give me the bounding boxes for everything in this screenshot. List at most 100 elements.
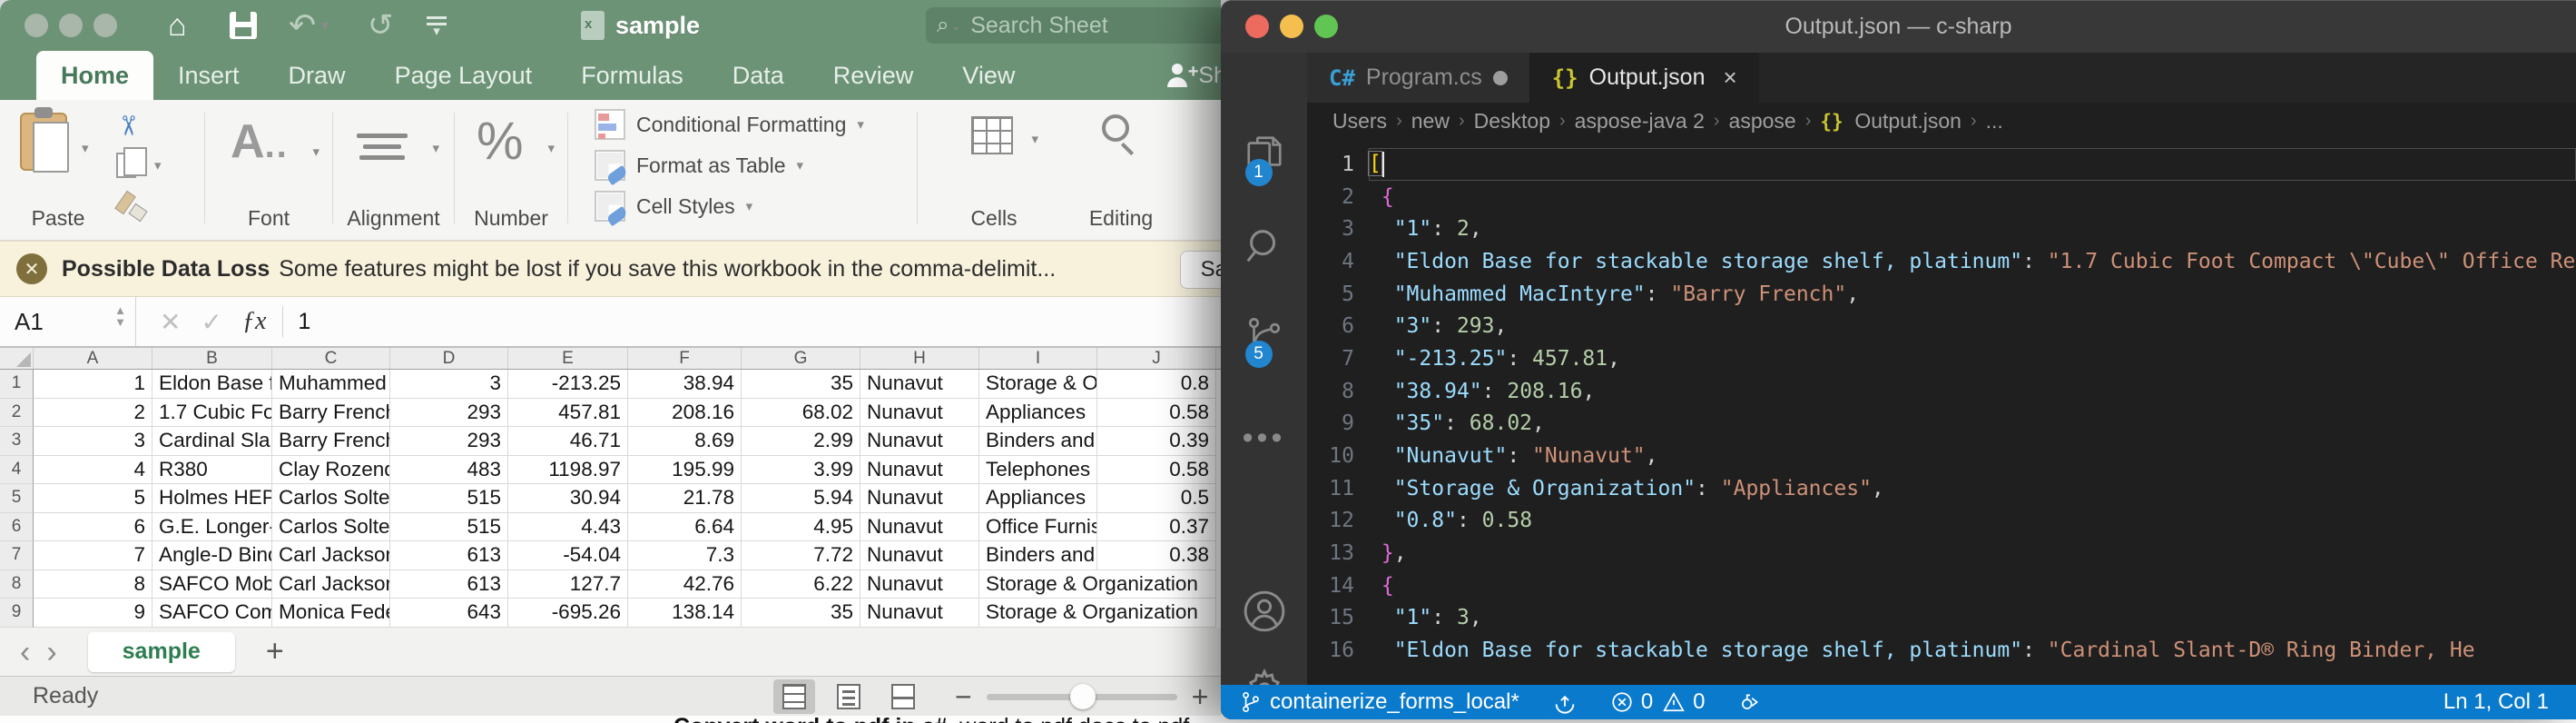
cell[interactable]: 0.5 <box>1097 484 1216 513</box>
format-as-table-button[interactable]: Format as Table▾ <box>595 150 803 181</box>
select-all-corner[interactable] <box>0 348 34 369</box>
row-header-9[interactable]: 9 <box>0 599 34 628</box>
cell[interactable]: Carl Jackson <box>272 541 390 570</box>
font-dropdown-icon[interactable]: ▾ <box>312 144 320 160</box>
cell[interactable]: Nunavut <box>860 399 979 428</box>
paste-dropdown-icon[interactable]: ▾ <box>82 140 89 156</box>
branch-status-item[interactable]: containerize_forms_local* <box>1239 689 1519 715</box>
cell[interactable]: Barry French <box>272 427 390 456</box>
cell[interactable]: 4.95 <box>742 513 860 542</box>
cell[interactable]: 35 <box>742 370 860 399</box>
column-header-B[interactable]: B <box>152 348 272 369</box>
cell[interactable]: Nunavut <box>860 541 979 570</box>
column-header-D[interactable]: D <box>390 348 508 369</box>
column-header-F[interactable]: F <box>628 348 742 369</box>
warnings-status-item[interactable]: 0 <box>1662 689 1705 715</box>
cell[interactable]: 3.99 <box>742 456 860 485</box>
number-dropdown-icon[interactable]: ▾ <box>547 140 555 156</box>
cell[interactable]: R380 <box>152 456 272 485</box>
ribbon-tab-view[interactable]: View <box>938 51 1039 100</box>
cell[interactable]: 7.72 <box>742 541 860 570</box>
undo-icon[interactable]: ↶▾ <box>289 0 329 51</box>
cell[interactable]: Storage & Or <box>979 370 1097 399</box>
row-header-7[interactable]: 7 <box>0 541 34 570</box>
cell[interactable]: SAFCO Mobil <box>152 570 272 599</box>
cell[interactable]: Carlos Solter <box>272 513 390 542</box>
normal-view-button[interactable] <box>773 679 815 714</box>
cell[interactable]: 0.8 <box>1097 370 1216 399</box>
cell[interactable]: 0.58 <box>1097 456 1216 485</box>
code-line[interactable]: 3 "1": 2, <box>1307 213 2576 245</box>
cell[interactable]: Nunavut <box>860 456 979 485</box>
account-icon[interactable] <box>1221 589 1307 634</box>
conditional-formatting-button[interactable]: Conditional Formatting▾ <box>595 109 864 140</box>
alignment-group-button[interactable]: ▾ Alignment <box>333 100 454 240</box>
save-as-button[interactable]: Sa <box>1180 251 1221 289</box>
format-painter-button[interactable] <box>116 185 180 225</box>
cell[interactable]: 515 <box>390 513 508 542</box>
cell[interactable]: 1 <box>34 370 152 399</box>
column-header-E[interactable]: E <box>508 348 628 369</box>
cell[interactable]: -54.04 <box>508 541 628 570</box>
breadcrumb-item[interactable]: Users <box>1332 109 1387 134</box>
code-line[interactable]: 11 "Storage & Organization": "Appliances… <box>1307 472 2576 505</box>
cell[interactable]: 35 <box>742 599 860 628</box>
cell-styles-button[interactable]: Cell Styles▾ <box>595 191 752 222</box>
cell[interactable]: 138.14 <box>628 599 742 628</box>
row-header-2[interactable]: 2 <box>0 399 34 428</box>
name-box-spinner[interactable]: ▲▼ <box>114 304 126 328</box>
zoom-in-button[interactable]: + <box>1192 680 1209 714</box>
zoom-slider-knob[interactable] <box>1070 684 1096 709</box>
line-col-indicator[interactable]: Ln 1, Col 1 <box>2443 689 2549 715</box>
breadcrumb-item[interactable]: Desktop <box>1474 109 1550 134</box>
cell[interactable]: Storage & Organization <box>979 570 1097 599</box>
cell[interactable]: 8.69 <box>628 427 742 456</box>
cell[interactable]: 0.58 <box>1097 399 1216 428</box>
code-line[interactable]: 6 "3": 293, <box>1307 310 2576 342</box>
row-header-4[interactable]: 4 <box>0 456 34 485</box>
cell[interactable]: 293 <box>390 427 508 456</box>
page-break-view-button[interactable] <box>882 679 924 714</box>
row-header-1[interactable]: 1 <box>0 370 34 399</box>
ribbon-tab-review[interactable]: Review <box>809 51 939 100</box>
cell[interactable]: G.E. Longer-L <box>152 513 272 542</box>
cell[interactable]: -695.26 <box>508 599 628 628</box>
cell[interactable]: Cardinal Slan <box>152 427 272 456</box>
cell[interactable]: 6.22 <box>742 570 860 599</box>
cell[interactable]: 1.7 Cubic Foo <box>152 399 272 428</box>
cell[interactable]: 30.94 <box>508 484 628 513</box>
cell[interactable]: Nunavut <box>860 570 979 599</box>
tab-program-cs[interactable]: C# Program.cs <box>1307 53 1530 103</box>
cell[interactable]: Nunavut <box>860 370 979 399</box>
ribbon-tab-home[interactable]: Home <box>36 51 153 100</box>
cell[interactable]: Nunavut <box>860 513 979 542</box>
cell[interactable]: 7 <box>34 541 152 570</box>
cell[interactable]: 68.02 <box>742 399 860 428</box>
cell[interactable]: Barry French <box>272 399 390 428</box>
breadcrumb-item[interactable]: aspose <box>1729 109 1796 134</box>
sync-publish-icon[interactable] <box>1552 689 1578 715</box>
ribbon-tab-insert[interactable]: Insert <box>153 51 264 100</box>
cell[interactable]: Monica Fede <box>272 599 390 628</box>
column-header-H[interactable]: H <box>860 348 979 369</box>
cell[interactable]: -213.25 <box>508 370 628 399</box>
row-header-5[interactable]: 5 <box>0 484 34 513</box>
cell[interactable]: 2.99 <box>742 427 860 456</box>
ribbon-tab-formulas[interactable]: Formulas <box>556 51 708 100</box>
share-button[interactable]: + Sh <box>1165 51 1221 100</box>
code-line[interactable]: 4 "Eldon Base for stackable storage shel… <box>1307 245 2576 278</box>
cell[interactable]: 42.76 <box>628 570 742 599</box>
code-line[interactable]: 9 "35": 68.02, <box>1307 408 2576 441</box>
cell[interactable]: Storage & Organization <box>979 599 1097 628</box>
cell[interactable]: 7.3 <box>628 541 742 570</box>
code-editor[interactable]: 1[2 {3 "1": 2,4 "Eldon Base for stackabl… <box>1307 139 2576 686</box>
add-sheet-button[interactable]: + <box>266 634 284 669</box>
cell[interactable]: Binders and <box>979 427 1097 456</box>
code-line[interactable]: 13 }, <box>1307 537 2576 569</box>
cell[interactable]: 0.38 <box>1097 541 1216 570</box>
code-line[interactable]: 1[ <box>1307 148 2576 181</box>
tab-output-json[interactable]: {} Output.json × <box>1530 53 1759 103</box>
close-tab-icon[interactable]: × <box>1723 64 1736 92</box>
alignment-dropdown-icon[interactable]: ▾ <box>432 140 439 156</box>
code-line[interactable]: 15 "1": 3, <box>1307 602 2576 635</box>
